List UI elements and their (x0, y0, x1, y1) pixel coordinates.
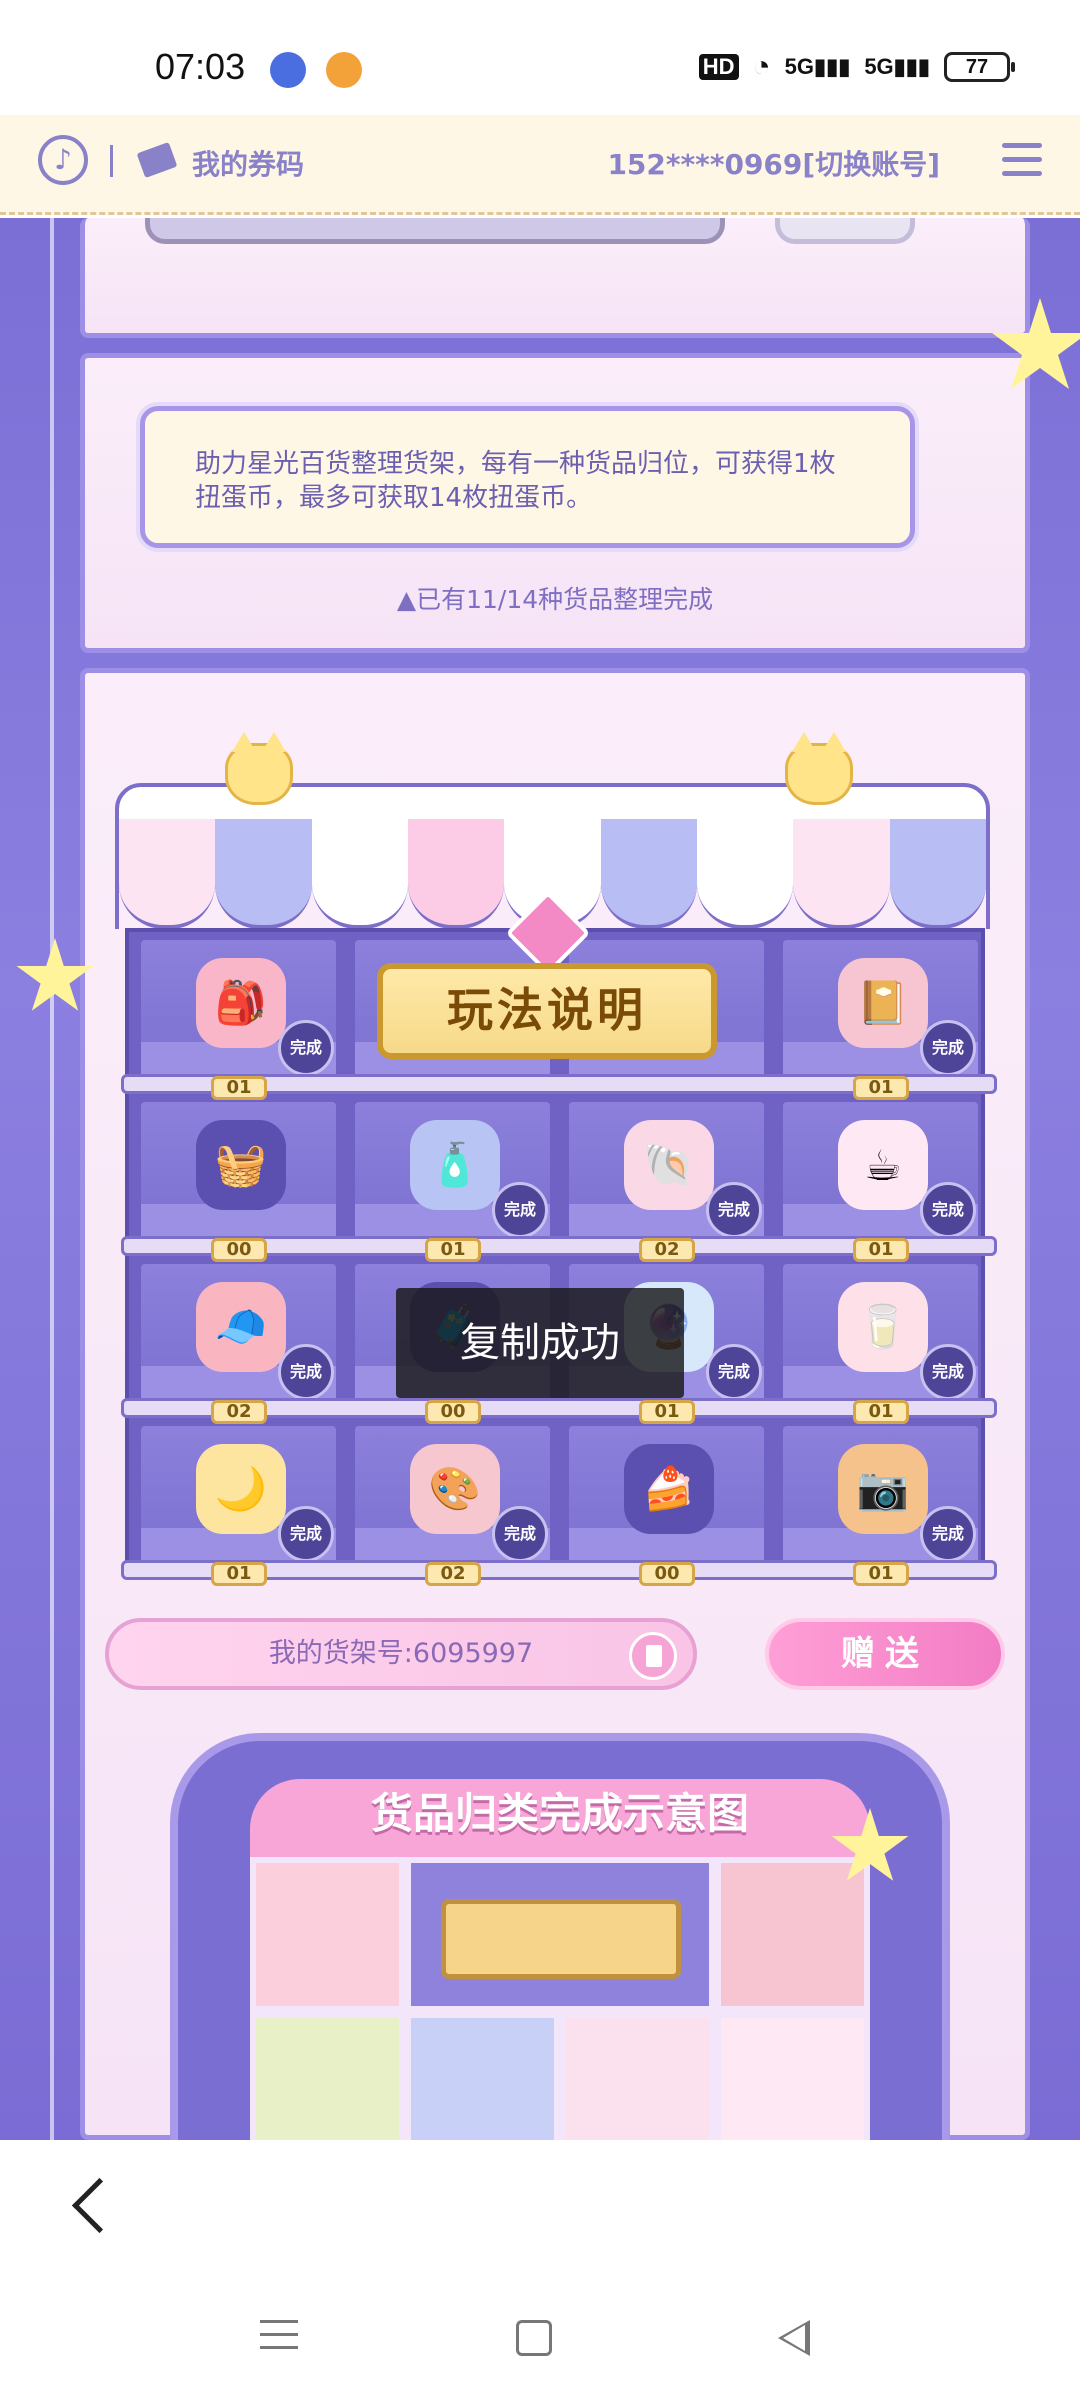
camera-item: 📷 (838, 1444, 928, 1534)
shell-item: 🐚 (624, 1120, 714, 1210)
signal-icon: 5G▮▮▮ (784, 54, 851, 79)
shelf-row-2: 🧺 🧴 完成 🐚 完成 ☕ 完成 00 01 02 01 (121, 1094, 997, 1262)
my-code-link[interactable]: 我的券码 (192, 143, 304, 183)
cat-mascot-left (225, 732, 293, 805)
done-badge: 完成 (278, 1344, 334, 1400)
shelf-cell[interactable]: 📔 完成 (783, 940, 978, 1080)
app-header: ♪ 我的券码 152****0969[切换账号] (0, 115, 1080, 215)
signal-icon-2: 5G▮▮▮ (864, 54, 930, 79)
bunny-mug-item: ☕ (838, 1120, 928, 1210)
top-bar-right (775, 218, 915, 244)
completion-diagram: 货品归类完成示意图 (170, 1733, 950, 2140)
baidu-icon (270, 52, 306, 88)
top-panel (80, 218, 1030, 338)
notice-text: 助力星光百货整理货架，每有一种货品归位，可获得1枚扭蛋币，最多可获取14枚扭蛋币… (140, 406, 915, 548)
item-count: 01 (211, 1562, 267, 1586)
item-count: 00 (639, 1562, 695, 1586)
shelf-cell[interactable]: 🥛 完成 (783, 1264, 978, 1404)
ticket-icon (136, 141, 178, 179)
top-bar-left (145, 218, 725, 244)
battery-icon: 77 (944, 52, 1015, 82)
nav-home-icon[interactable] (516, 2320, 552, 2356)
status-bar: 07:03 HD ◔ 5G▮▮▮ 5G▮▮▮ 77 (0, 0, 1080, 115)
toast-message: 复制成功 (396, 1288, 684, 1398)
shelf-cell[interactable]: 🌙 完成 (141, 1426, 336, 1566)
bottom-bar (0, 2140, 1080, 2400)
weibo-icon (326, 52, 362, 88)
moon-pillow-item: 🌙 (196, 1444, 286, 1534)
shelf-cell[interactable]: 🧺 (141, 1102, 336, 1242)
shelf-cell[interactable]: 🎨 完成 (355, 1426, 550, 1566)
music-icon[interactable]: ♪ (38, 135, 88, 185)
done-badge: 完成 (492, 1182, 548, 1238)
done-badge: 完成 (920, 1020, 976, 1076)
done-badge: 完成 (706, 1344, 762, 1400)
wifi-icon: ◔ (752, 50, 771, 83)
done-badge: 完成 (278, 1506, 334, 1562)
cat-mascot-right (785, 732, 853, 805)
notice-panel: 助力星光百货整理货架，每有一种货品归位，可获得1枚扭蛋币，最多可获取14枚扭蛋币… (80, 353, 1030, 653)
diagram-cell (250, 1857, 405, 2012)
nav-back-icon[interactable] (778, 2320, 810, 2356)
nav-menu-icon[interactable] (260, 2320, 298, 2360)
done-badge: 完成 (920, 1506, 976, 1562)
progress-text: ▲已有11/14种货品整理完成 (396, 585, 714, 614)
account-switch-link[interactable]: 152****0969[切换账号] (607, 143, 940, 183)
shelf-cell[interactable]: 🎒 完成 (141, 940, 336, 1080)
item-count: 02 (425, 1562, 481, 1586)
shelf-cell[interactable]: 🐚 完成 (569, 1102, 764, 1242)
cake-item: 🍰 (624, 1444, 714, 1534)
side-glow (50, 218, 54, 2140)
diagram-cell (405, 1857, 715, 2012)
back-icon[interactable] (60, 2170, 120, 2250)
shelf-cell[interactable]: 🧴 完成 (355, 1102, 550, 1242)
pink-cap-item: 🧢 (196, 1282, 286, 1372)
diagram-plate (441, 1899, 681, 1979)
done-badge: 完成 (278, 1020, 334, 1076)
milk-carton-item: 🥛 (838, 1282, 928, 1372)
game-stage: 助力星光百货整理货架，每有一种货品归位，可获得1枚扭蛋币，最多可获取14枚扭蛋币… (0, 218, 1080, 2140)
done-badge: 完成 (920, 1344, 976, 1400)
diagram-title: 货品归类完成示意图 (250, 1779, 870, 1857)
header-divider (110, 145, 113, 177)
diagram-cell (715, 2012, 870, 2140)
backpack-item: 🎒 (196, 958, 286, 1048)
shop-panel: 🎒 完成 📔 完成 01 01 🧺 🧴 完成 🐚 完成 ☕ 完成 00 01 02 01 (80, 668, 1030, 2140)
diagram-cell (560, 2012, 715, 2140)
item-count: 01 (853, 1562, 909, 1586)
shelf-row-4: 🌙 完成 🎨 完成 🍰 📷 完成 01 02 00 01 (121, 1418, 997, 1586)
diagram-cell (715, 1857, 870, 2012)
done-badge: 完成 (920, 1182, 976, 1238)
flower-basket-item: 🧺 (196, 1120, 286, 1210)
menu-icon[interactable] (1002, 143, 1042, 179)
shelf-cell[interactable]: 🧢 完成 (141, 1264, 336, 1404)
shelf-cell[interactable]: 📷 完成 (783, 1426, 978, 1566)
shelf-cell[interactable]: 🍰 (569, 1426, 764, 1566)
done-badge: 完成 (706, 1182, 762, 1238)
hd-icon: HD (698, 54, 739, 80)
photo-album-item: 📔 (838, 958, 928, 1048)
palette-item: 🎨 (410, 1444, 500, 1534)
status-right: HD ◔ 5G▮▮▮ 5G▮▮▮ 77 (698, 50, 1015, 84)
copy-icon[interactable] (629, 1632, 677, 1680)
diagram-grid (250, 1857, 870, 2140)
shelf-cell[interactable]: ☕ 完成 (783, 1102, 978, 1242)
shelf-id-field: 我的货架号:6095997 (105, 1618, 697, 1690)
diagram-cell (405, 2012, 560, 2140)
shelf-id-text: 我的货架号:6095997 (268, 1638, 534, 1669)
perfume-item: 🧴 (410, 1120, 500, 1210)
gift-button[interactable]: 赠送 (765, 1618, 1005, 1690)
diagram-cell (250, 2012, 405, 2140)
done-badge: 完成 (492, 1506, 548, 1562)
status-time: 07:03 (155, 46, 246, 87)
howto-button[interactable]: 玩法说明 (377, 963, 717, 1059)
